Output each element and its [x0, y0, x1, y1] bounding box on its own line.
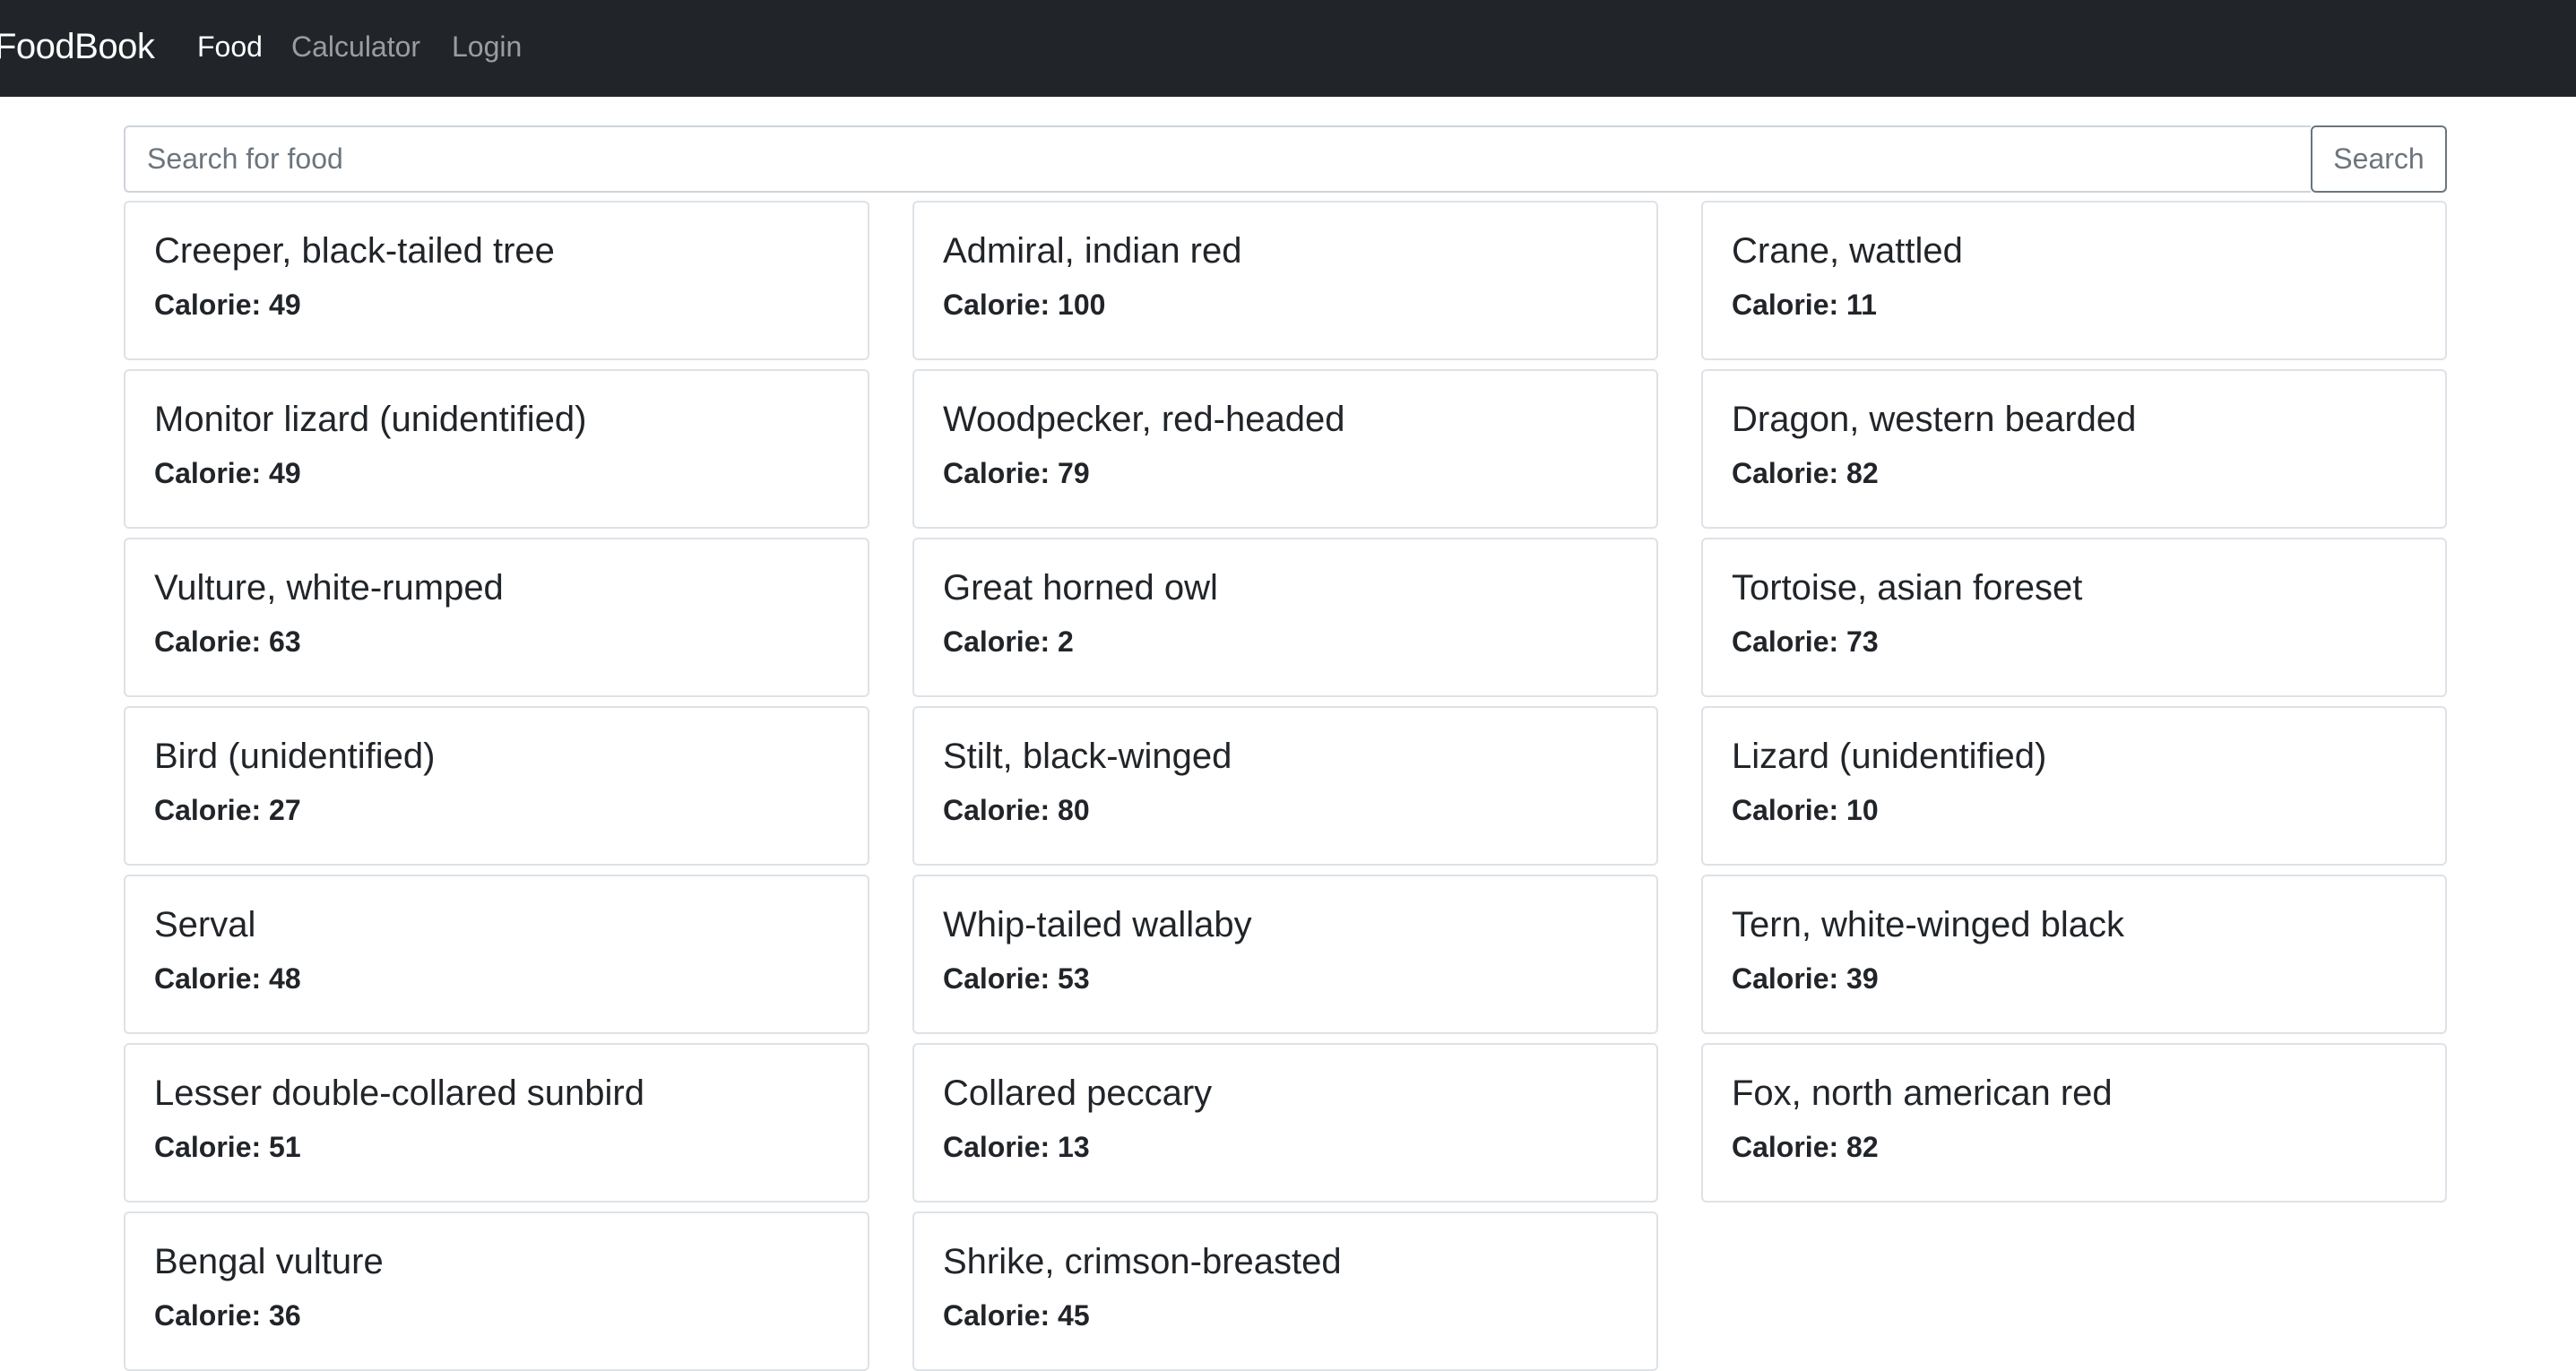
food-card-title: Whip-tailed wallaby: [943, 905, 1252, 944]
nav-link-login[interactable]: Login: [452, 27, 522, 66]
food-card-grid: Creeper, black-tailed tree Calorie: 49 Ad…: [124, 201, 2447, 1371]
food-card[interactable]: Collared peccary Calorie: 13: [912, 1043, 1658, 1203]
food-card-calorie: Calorie: 49: [154, 289, 301, 321]
top-navbar: FoodBook Food Calculator Login: [0, 0, 2576, 97]
food-card-calorie: Calorie: 36: [154, 1299, 301, 1332]
food-card[interactable]: Woodpecker, red-headed Calorie: 79: [912, 369, 1658, 529]
food-card[interactable]: Tortoise, asian foreset Calorie: 73: [1701, 538, 2447, 697]
food-card-title: Fox, north american red: [1732, 1074, 2113, 1113]
food-card-title: Lesser double-collared sunbird: [154, 1074, 644, 1113]
food-card-calorie: Calorie: 53: [943, 962, 1090, 995]
food-card-title: Lizard (unidentified): [1732, 737, 2047, 776]
food-card[interactable]: Admiral, indian red Calorie: 100: [912, 201, 1658, 360]
food-card-title: Woodpecker, red-headed: [943, 400, 1345, 439]
food-card-calorie: Calorie: 82: [1732, 1131, 1879, 1163]
food-card-calorie: Calorie: 39: [1732, 962, 1879, 995]
food-card-calorie: Calorie: 49: [154, 457, 301, 489]
food-card-calorie: Calorie: 51: [154, 1131, 301, 1163]
food-card-calorie: Calorie: 48: [154, 962, 301, 995]
food-card-calorie: Calorie: 63: [154, 625, 301, 658]
food-card-title: Great horned owl: [943, 568, 1218, 608]
search-input[interactable]: [124, 125, 2311, 193]
food-card-title: Tern, white-winged black: [1732, 905, 2124, 944]
food-card-title: Monitor lizard (unidentified): [154, 400, 587, 439]
food-card[interactable]: Creeper, black-tailed tree Calorie: 49: [124, 201, 869, 360]
food-card-calorie: Calorie: 27: [154, 794, 301, 826]
food-card-title: Stilt, black-winged: [943, 737, 1232, 776]
food-card-calorie: Calorie: 2: [943, 625, 1074, 658]
nav-link-calculator[interactable]: Calculator: [291, 27, 420, 66]
food-card-title: Creeper, black-tailed tree: [154, 231, 555, 271]
food-card[interactable]: Lizard (unidentified) Calorie: 10: [1701, 706, 2447, 866]
food-card-title: Shrike, crimson-breasted: [943, 1242, 1342, 1281]
food-card-title: Crane, wattled: [1732, 231, 1963, 271]
food-card[interactable]: Bird (unidentified) Calorie: 27: [124, 706, 869, 866]
food-card[interactable]: Stilt, black-winged Calorie: 80: [912, 706, 1658, 866]
food-card-calorie: Calorie: 10: [1732, 794, 1879, 826]
food-card[interactable]: Whip-tailed wallaby Calorie: 53: [912, 875, 1658, 1034]
food-card-calorie: Calorie: 11: [1732, 289, 1877, 321]
food-card-calorie: Calorie: 79: [943, 457, 1090, 489]
food-card[interactable]: Dragon, western bearded Calorie: 82: [1701, 369, 2447, 529]
food-card[interactable]: Crane, wattled Calorie: 11: [1701, 201, 2447, 360]
food-card[interactable]: Shrike, crimson-breasted Calorie: 45: [912, 1211, 1658, 1371]
food-card-calorie: Calorie: 80: [943, 794, 1090, 826]
food-card-title: Vulture, white-rumped: [154, 568, 504, 608]
food-card-calorie: Calorie: 13: [943, 1131, 1090, 1163]
food-card[interactable]: Fox, north american red Calorie: 82: [1701, 1043, 2447, 1203]
food-card-title: Tortoise, asian foreset: [1732, 568, 2083, 608]
food-card[interactable]: Great horned owl Calorie: 2: [912, 538, 1658, 697]
food-card-calorie: Calorie: 73: [1732, 625, 1879, 658]
food-card-calorie: Calorie: 100: [943, 289, 1106, 321]
search-form: Search: [124, 125, 2447, 193]
food-card-title: Bengal vulture: [154, 1242, 384, 1281]
food-card-calorie: Calorie: 82: [1732, 457, 1879, 489]
nav-link-food[interactable]: Food: [197, 27, 263, 66]
food-card-calorie: Calorie: 45: [943, 1299, 1090, 1332]
food-card-title: Serval: [154, 905, 256, 944]
food-card[interactable]: Serval Calorie: 48: [124, 875, 869, 1034]
food-card[interactable]: Vulture, white-rumped Calorie: 63: [124, 538, 869, 697]
food-card-title: Bird (unidentified): [154, 737, 436, 776]
search-button[interactable]: Search: [2311, 125, 2447, 193]
brand-logo-link[interactable]: FoodBook: [0, 23, 155, 70]
food-card[interactable]: Lesser double-collared sunbird Calorie: 5…: [124, 1043, 869, 1203]
food-card[interactable]: Monitor lizard (unidentified) Calorie: 49: [124, 369, 869, 529]
food-card[interactable]: Bengal vulture Calorie: 36: [124, 1211, 869, 1371]
food-card[interactable]: Tern, white-winged black Calorie: 39: [1701, 875, 2447, 1034]
food-card-title: Collared peccary: [943, 1074, 1213, 1113]
food-card-title: Admiral, indian red: [943, 231, 1242, 271]
food-card-title: Dragon, western bearded: [1732, 400, 2137, 439]
